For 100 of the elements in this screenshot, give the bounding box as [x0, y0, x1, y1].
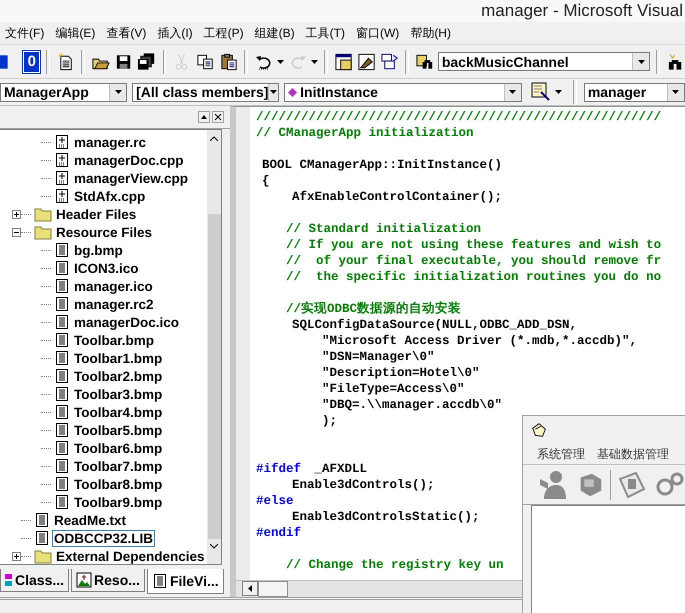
- code-line: );: [321, 413, 338, 429]
- tree-item[interactable]: Toolbar8.bmp: [72, 476, 164, 492]
- menu-item[interactable]: 帮助(H): [410, 24, 451, 42]
- code-line: // CManagerApp initialization: [256, 125, 474, 141]
- tree-item[interactable]: manager.ico: [72, 278, 155, 294]
- tree-item[interactable]: Toolbar2.bmp: [72, 368, 164, 384]
- tree-item[interactable]: managerDoc.cpp: [72, 152, 186, 168]
- workspace-tab[interactable]: Reso...: [71, 569, 145, 592]
- caret-icon[interactable]: [672, 90, 680, 94]
- tree-item[interactable]: Toolbar4.bmp: [72, 404, 164, 420]
- tree-item[interactable]: Toolbar7.bmp: [72, 458, 164, 474]
- code-line: "DBQ=.\\manager.accdb\0": [321, 397, 502, 413]
- code-line: #endif: [256, 525, 302, 541]
- expand-icon[interactable]: [12, 552, 21, 560]
- project-combo[interactable]: manager: [584, 82, 685, 102]
- tree-item[interactable]: Toolbar6.bmp: [72, 440, 164, 456]
- tree-item[interactable]: Toolbar9.bmp: [72, 494, 164, 510]
- tree-item[interactable]: Toolbar.bmp: [72, 332, 156, 348]
- source-file-icon: [54, 134, 70, 150]
- document-icon: [54, 386, 70, 402]
- menu-item[interactable]: 查看(V): [106, 24, 146, 42]
- scrollbar[interactable]: [207, 130, 221, 564]
- document-icon: [54, 368, 70, 384]
- diamond-icon: [288, 88, 298, 96]
- document-icon: [34, 530, 50, 546]
- clipboard-icon[interactable]: [218, 52, 238, 72]
- expand-icon[interactable]: [12, 210, 21, 218]
- code-line: "DSN=Manager\0": [321, 349, 435, 365]
- tree-item[interactable]: Resource Files: [54, 224, 154, 240]
- workspace-tab[interactable]: FileVi...: [146, 569, 224, 594]
- search-combo[interactable]: backMusicChannel: [438, 52, 650, 71]
- folder-icon: [34, 224, 52, 240]
- menu-item[interactable]: 文件(F): [5, 24, 44, 42]
- resource-view-icon: [76, 572, 92, 588]
- output-window-icon[interactable]: [356, 52, 376, 72]
- tree-item[interactable]: ReadMe.txt: [52, 512, 128, 528]
- caret-icon[interactable]: [638, 60, 644, 64]
- tree-item[interactable]: ICON3.ico: [72, 260, 141, 276]
- horizontal-scrollbar[interactable]: [236, 580, 522, 597]
- menu-item[interactable]: 工程(P): [204, 24, 244, 42]
- tree-item[interactable]: managerView.cpp: [72, 170, 190, 186]
- code-line: Enable3dControlsStatic();: [291, 509, 480, 525]
- tree-item[interactable]: managerDoc.ico: [72, 314, 182, 330]
- caret-icon[interactable]: [270, 90, 278, 94]
- caret-icon: [310, 60, 318, 64]
- tree-item[interactable]: ODBCCP32.LIB: [52, 530, 156, 546]
- source-file-icon: [54, 152, 70, 168]
- code-line: "Description=Hotel\0": [321, 365, 480, 381]
- code-line: #else: [256, 493, 294, 509]
- menu-item[interactable]: 工具(T): [306, 24, 345, 42]
- code-line: //////////////////////////////////////////////////////: [256, 109, 662, 125]
- source-file-icon: [54, 188, 70, 204]
- close-icon[interactable]: [212, 111, 224, 123]
- code-line: // the specific initialization routines you do no: [285, 269, 662, 285]
- menu-item[interactable]: 基础数据管理: [597, 446, 669, 462]
- caret-icon[interactable]: [114, 90, 122, 94]
- menu-item[interactable]: 系统管理: [537, 446, 585, 462]
- document-icon: [54, 332, 70, 348]
- code-line: //实现ODBC数据源的自动安装: [285, 301, 462, 317]
- tree-item[interactable]: Toolbar5.bmp: [72, 422, 164, 438]
- folder-icon: [34, 206, 52, 222]
- code-line: // Change the registry key un: [285, 557, 504, 573]
- menu-item[interactable]: 插入(I): [157, 24, 193, 42]
- document-icon: [54, 440, 70, 456]
- windows-list-icon[interactable]: [380, 52, 399, 72]
- wizard-action-icon[interactable]: [530, 82, 551, 102]
- tree-item[interactable]: Header Files: [54, 206, 138, 222]
- tree-item[interactable]: bg.bmp: [72, 242, 125, 258]
- window-panes-icon[interactable]: [334, 52, 353, 72]
- scroll-up-icon[interactable]: [210, 136, 218, 141]
- code-line: {: [261, 173, 270, 189]
- member-combo[interactable]: InitInstance: [284, 82, 522, 102]
- tree-item[interactable]: External Dependencies: [54, 548, 207, 564]
- scroll-down-icon[interactable]: [210, 544, 218, 549]
- tree-item[interactable]: manager.rc2: [72, 296, 156, 312]
- code-line: // of your final executable, you should remove fr: [285, 253, 662, 269]
- stacked-disks-icon[interactable]: [137, 52, 157, 72]
- document-icon: [54, 314, 70, 330]
- tree-item[interactable]: manager.rc: [72, 134, 148, 150]
- number-button[interactable]: 0: [23, 50, 40, 72]
- scroll-left-icon[interactable]: [248, 585, 252, 592]
- document-icon: [54, 458, 70, 474]
- workspace-tab[interactable]: Class...: [0, 569, 70, 592]
- code-line: Enable3dControls();: [291, 477, 435, 493]
- tree-item[interactable]: StdAfx.cpp: [72, 188, 148, 204]
- menu-item[interactable]: 组建(B): [254, 24, 295, 42]
- collapse-icon[interactable]: [12, 228, 21, 236]
- class-combo[interactable]: ManagerApp: [0, 82, 128, 102]
- code-line: AfxEnableControlContainer();: [291, 189, 502, 205]
- scroll-thumb[interactable]: [258, 581, 288, 597]
- caret-icon[interactable]: [509, 90, 516, 94]
- filter-combo[interactable]: [All class members]: [132, 82, 280, 102]
- menu-item[interactable]: 窗口(W): [356, 24, 400, 42]
- document-icon: [54, 260, 70, 276]
- tree-item[interactable]: Toolbar3.bmp: [72, 386, 164, 402]
- document-icon: [54, 242, 70, 258]
- menu-item[interactable]: 编辑(E): [55, 24, 96, 42]
- tree-item[interactable]: Toolbar1.bmp: [72, 350, 164, 366]
- code-line: #ifdef _AFXDLL: [256, 461, 368, 477]
- document-icon: [34, 512, 50, 528]
